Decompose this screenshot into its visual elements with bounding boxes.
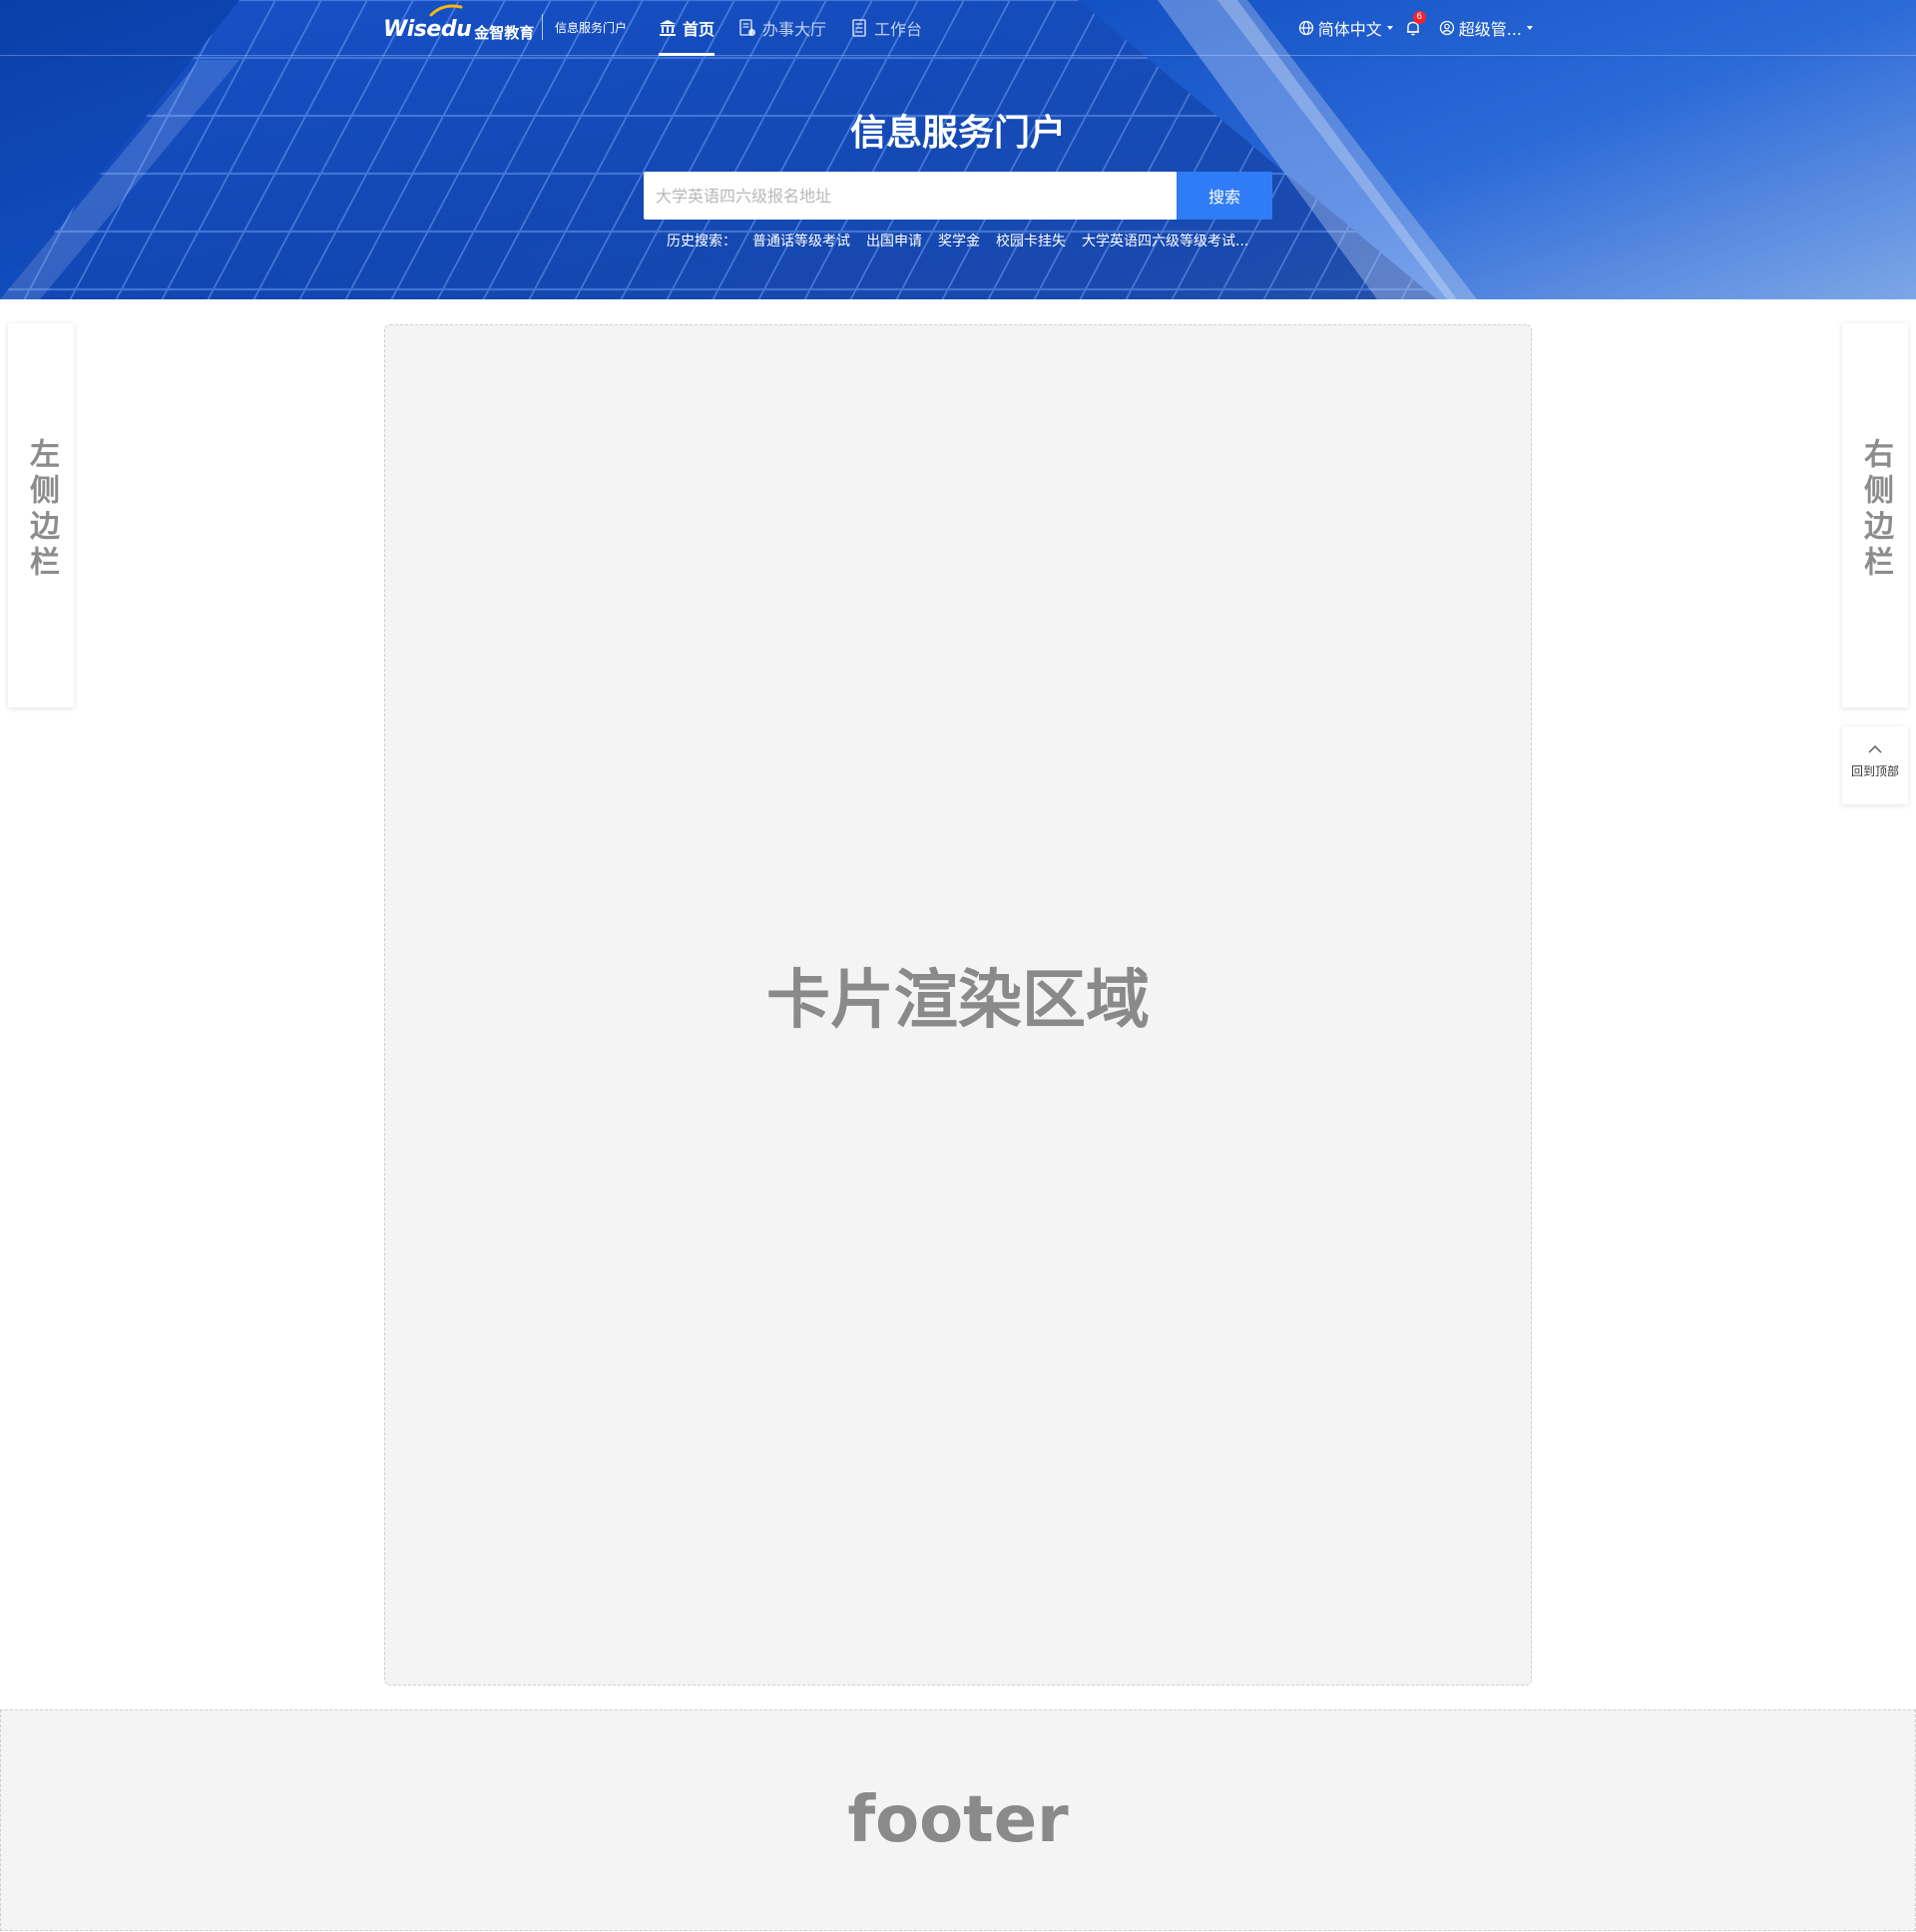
bank-icon (660, 20, 676, 36)
header-right-tools: 简体中文 6 超级管... (1284, 0, 1533, 56)
nav-item-service-hall[interactable]: 办事大厅 (738, 0, 826, 56)
card-render-area: 卡片渲染区域 (384, 324, 1532, 1686)
nav-item-workbench[interactable]: 工作台 (850, 0, 922, 56)
logo-wordmark: Wisedu (383, 16, 472, 42)
notification-button[interactable]: 6 (1405, 11, 1426, 36)
user-icon (1439, 20, 1454, 36)
right-sidebar: 右侧边栏 (1842, 323, 1908, 708)
page-title: 信息服务门户 (849, 113, 1066, 154)
main-nav: 首页 办事大厅 工作台 (659, 0, 946, 56)
hero-banner: Wisedu 金智教育 信息服务门户 首页 办事大厅 工作台 简体中文 6 超级… (0, 0, 1916, 299)
history-item[interactable]: 校园卡挂失 (996, 231, 1066, 250)
nav-item-label: 工作台 (874, 20, 923, 39)
right-sidebar-label: 右侧边栏 (1858, 438, 1893, 582)
history-item[interactable]: 大学英语四六级等级考试... (1082, 231, 1248, 250)
notification-badge: 6 (1412, 11, 1426, 24)
nav-item-label: 办事大厅 (762, 20, 827, 39)
nav-item-home[interactable]: 首页 (659, 0, 716, 56)
language-selector[interactable]: 简体中文 (1298, 16, 1393, 40)
chevron-down-icon (1386, 26, 1393, 30)
nav-item-label: 首页 (683, 20, 716, 39)
portal-name: 信息服务门户 (555, 21, 628, 35)
left-sidebar-label: 左侧边栏 (24, 438, 59, 582)
user-name: 超级管... (1458, 20, 1522, 39)
logo-divider (542, 14, 543, 40)
user-menu[interactable]: 超级管... (1439, 16, 1533, 40)
logo-chinese-name: 金智教育 (474, 23, 535, 42)
form-icon (739, 19, 756, 37)
footer-placeholder: footer (847, 1783, 1069, 1857)
history-label: 历史搜索： (667, 234, 736, 249)
back-to-top-button[interactable]: 回到顶部 (1842, 726, 1908, 804)
wisedu-logo[interactable]: Wisedu 金智教育 (383, 4, 535, 46)
search-history: 历史搜索： 普通话等级考试 出国申请 奖学金 校园卡挂失 大学英语四六级等级考试… (667, 231, 1248, 250)
chevron-down-icon (1527, 26, 1533, 30)
back-to-top-label: 回到顶部 (1850, 764, 1899, 778)
history-item[interactable]: 普通话等级考试 (752, 231, 850, 250)
language-label: 简体中文 (1317, 20, 1382, 39)
search-input[interactable] (644, 172, 1177, 220)
logo-arc-icon (429, 4, 463, 17)
top-navigation-bar: Wisedu 金智教育 信息服务门户 首页 办事大厅 工作台 简体中文 6 超级… (0, 0, 1916, 56)
card-area-placeholder: 卡片渲染区域 (766, 964, 1150, 1038)
globe-icon (1298, 20, 1313, 36)
search-bar: 搜索 (644, 172, 1272, 220)
footer: footer (0, 1709, 1916, 1931)
chevron-up-icon (1868, 745, 1882, 753)
history-item[interactable]: 出国申请 (866, 231, 922, 250)
history-item[interactable]: 奖学金 (938, 231, 980, 250)
document-icon (852, 19, 866, 37)
search-button[interactable]: 搜索 (1177, 172, 1272, 220)
left-sidebar: 左侧边栏 (8, 323, 74, 708)
